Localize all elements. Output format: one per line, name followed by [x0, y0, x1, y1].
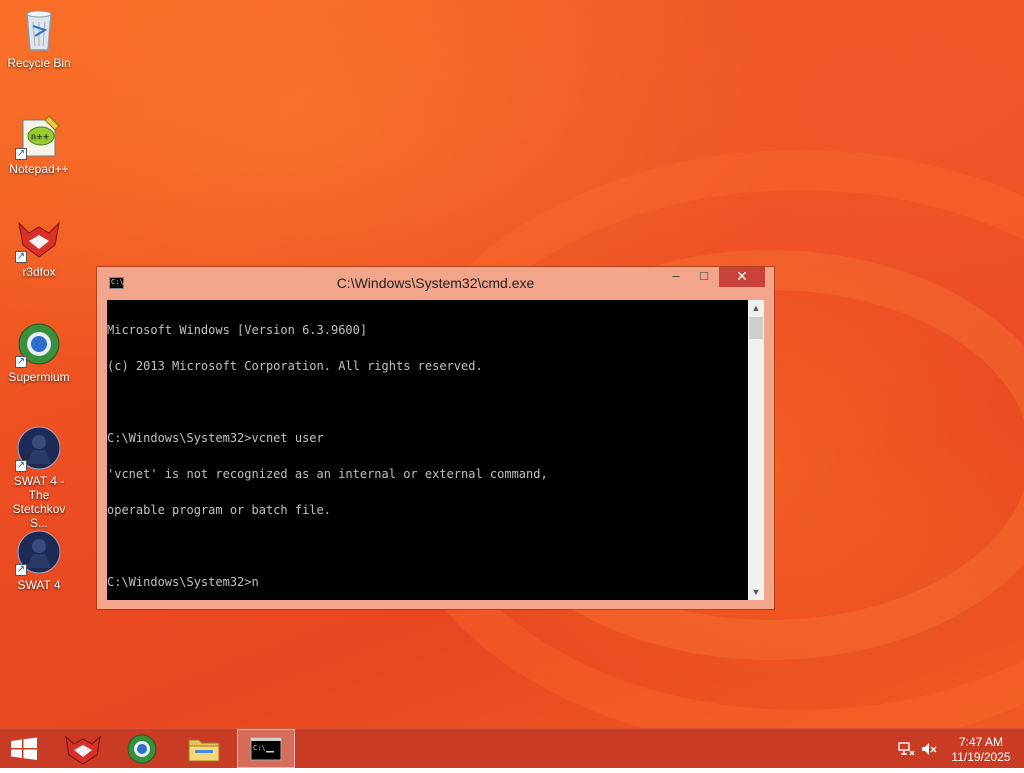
console-prompt-line[interactable]: C:\Windows\System32>n [107, 576, 748, 588]
desktop-icon-swat4[interactable]: ↗ SWAT 4 [2, 528, 76, 592]
windows-logo-icon [11, 737, 37, 760]
shortcut-arrow-icon: ↗ [15, 251, 27, 263]
recycle-bin-icon [15, 6, 63, 54]
start-button[interactable] [0, 729, 58, 768]
taskbar-supermium[interactable] [113, 729, 171, 768]
clock-time: 7:47 AM [958, 735, 1004, 749]
desktop-icon-label: Notepad++ [9, 162, 69, 176]
console-output[interactable]: Microsoft Windows [Version 6.3.9600] (c)… [107, 300, 748, 600]
desktop-icon-label: Recycle Bin [7, 56, 71, 70]
folder-icon [188, 739, 220, 762]
desktop-icon-supermium[interactable]: ↗ Supermium [2, 320, 76, 384]
vertical-scrollbar[interactable]: ▲ ▼ [748, 300, 764, 600]
taskbar: C:\ 7:47 AM 11/19/2025 [0, 728, 1024, 768]
shortcut-arrow-icon: ↗ [15, 564, 27, 576]
svg-text:C:\: C:\ [253, 744, 266, 752]
swat4-icon: ↗ [15, 528, 63, 576]
cmd-icon: C:\ [250, 737, 282, 761]
close-button[interactable]: ✕ [719, 267, 765, 287]
svg-text:n++: n++ [31, 132, 49, 141]
taskbar-r3dfox[interactable] [54, 729, 112, 768]
console-line: Microsoft Windows [Version 6.3.9600] [107, 323, 368, 337]
console-line: operable program or batch file. [107, 503, 331, 517]
supermium-icon: ↗ [15, 320, 63, 368]
desktop-icon-label: SWAT 4 [17, 578, 61, 592]
desktop-icon-label: SWAT 4 - The Stetchkov S... [12, 474, 66, 530]
desktop[interactable]: Recycle Bin n++ ↗ Notepad++ ↗ r3dfox ↗ S… [0, 0, 1024, 728]
console-line: 'vcnet' is not recognized as an internal… [107, 467, 548, 481]
desktop-icon-label: r3dfox [22, 265, 56, 279]
notepad-plus-plus-icon: n++ ↗ [15, 112, 63, 160]
scrollbar-thumb[interactable] [749, 317, 763, 339]
r3dfox-icon: ↗ [15, 215, 63, 263]
scroll-up-button[interactable]: ▲ [748, 300, 764, 316]
desktop-icon-notepad-plus-plus[interactable]: n++ ↗ Notepad++ [2, 112, 76, 176]
console-line: C:\Windows\System32>vcnet user [107, 431, 324, 445]
shortcut-arrow-icon: ↗ [15, 356, 27, 368]
desktop-icon-recycle-bin[interactable]: Recycle Bin [2, 6, 76, 70]
maximize-button[interactable]: □ [691, 267, 717, 287]
taskbar-file-explorer[interactable] [175, 729, 233, 768]
taskbar-clock[interactable]: 7:47 AM 11/19/2025 [946, 735, 1016, 765]
swat4-icon: ↗ [15, 424, 63, 472]
network-icon[interactable] [897, 741, 915, 757]
shortcut-arrow-icon: ↗ [15, 460, 27, 472]
supermium-icon [127, 734, 157, 764]
cmd-window[interactable]: C:\ C:\Windows\System32\cmd.exe – □ ✕ Mi… [97, 267, 774, 609]
r3dfox-icon [65, 735, 101, 765]
shortcut-arrow-icon: ↗ [15, 148, 27, 160]
clock-date: 11/19/2025 [951, 750, 1011, 764]
desktop-icon-label: Supermium [8, 370, 70, 384]
taskbar-cmd[interactable]: C:\ [237, 729, 295, 768]
volume-muted-icon[interactable] [920, 741, 938, 757]
scroll-down-button[interactable]: ▼ [748, 584, 764, 600]
minimize-button[interactable]: – [663, 267, 689, 287]
desktop-icon-swat4-stetchkov[interactable]: ↗ SWAT 4 - The Stetchkov S... [2, 424, 76, 530]
console-line: (c) 2013 Microsoft Corporation. All righ… [107, 359, 483, 373]
window-titlebar[interactable]: C:\ C:\Windows\System32\cmd.exe – □ ✕ [97, 267, 774, 299]
desktop-icon-r3dfox[interactable]: ↗ r3dfox [2, 215, 76, 279]
